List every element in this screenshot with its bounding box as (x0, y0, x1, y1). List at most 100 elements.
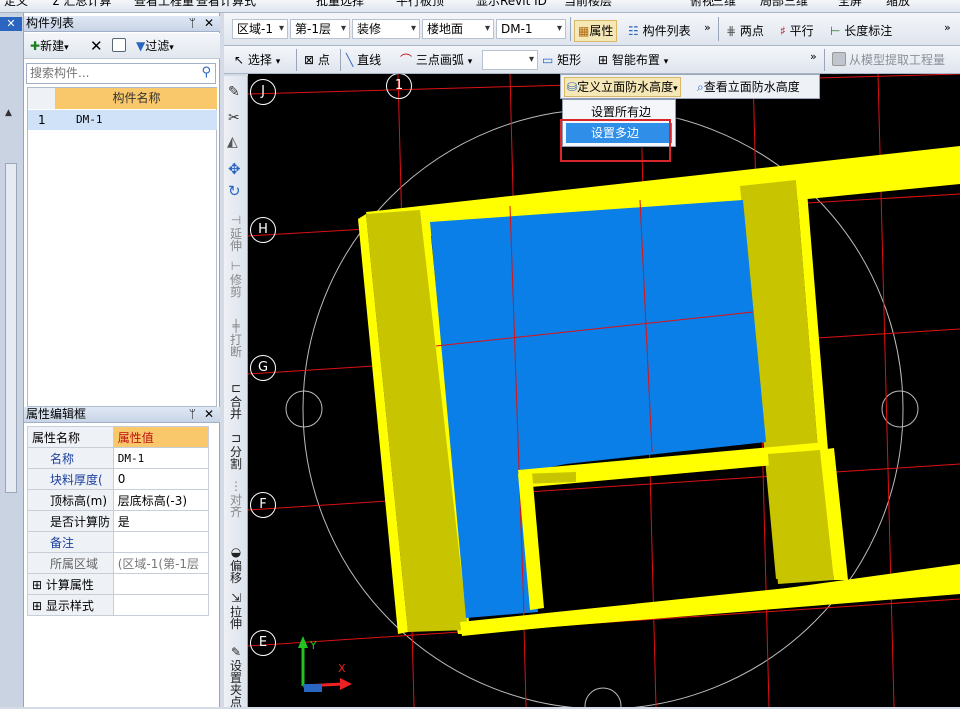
cursor-icon: ↖ (234, 53, 245, 67)
define-waterproof-height-button[interactable]: ⛁定义立面防水高度▾ (564, 77, 681, 97)
close-icon[interactable]: ✕ (0, 17, 22, 31)
property-value[interactable]: 是 (112, 510, 210, 532)
arc-button[interactable]: ⌒ 三点画弧 ▾ (400, 50, 472, 70)
vtool-5[interactable]: ⋮ 对齐 (226, 480, 246, 518)
property-row[interactable]: 备注 (27, 531, 210, 553)
region-select[interactable]: 区域-1 (232, 19, 288, 39)
top-toolbar-item[interactable]: 平行板顶 (396, 0, 444, 11)
property-value[interactable]: 0 (112, 468, 210, 490)
category-select[interactable]: 装修 (352, 19, 420, 39)
cut-icon[interactable]: ✂ (228, 110, 240, 126)
point-button[interactable]: ⊠ 点 (304, 50, 330, 70)
pin-icon[interactable]: ᛘ (189, 407, 196, 422)
scrollbar[interactable] (5, 163, 17, 493)
rect-button[interactable]: ▭ 矩形 (542, 50, 581, 70)
grid-label-f: F (250, 492, 276, 518)
smart-place-button[interactable]: ⊞ 智能布置 ▾ (598, 50, 668, 70)
property-value[interactable]: 层底标高(-3) (112, 489, 210, 511)
property-row[interactable]: ⊞ 计算属性 (27, 573, 210, 595)
property-value[interactable] (112, 531, 210, 553)
move-icon[interactable]: ✥ (228, 160, 241, 178)
drawing-canvas[interactable]: Y X J H G F E 1 (248, 74, 960, 707)
property-name: 备注 (50, 535, 75, 550)
more-icon[interactable]: » (704, 18, 711, 38)
tool-label: 拉伸 (230, 605, 243, 631)
vtool-8[interactable]: ✎ 设置夹点 (226, 646, 246, 708)
toolbar-row-2: 区域-1 第-1层 装修 楼地面 DM-1 ▦属性 ☷ 构件列表 » ⋕ 两点 … (224, 13, 960, 46)
arc-option-select[interactable] (482, 50, 538, 70)
filter-button[interactable]: ▼过滤▾ (136, 36, 174, 56)
grid-label-g: G (250, 355, 276, 381)
expand-icon[interactable]: ⊞ (32, 599, 46, 613)
property-value[interactable] (112, 594, 210, 616)
top-toolbar-item[interactable]: 全屏 (838, 0, 862, 11)
property-row[interactable]: 是否计算防是 (27, 510, 210, 532)
view-icon: ⌕ (697, 80, 704, 94)
top-toolbar-item[interactable]: 局部三维 (760, 0, 808, 11)
top-toolbar-item[interactable]: 查看计算式 (196, 0, 256, 11)
rotate-icon[interactable]: ↻ (228, 182, 241, 200)
properties-icon: ▦ (578, 24, 590, 38)
property-value[interactable]: (区域-1(第-1层 (112, 552, 210, 574)
property-row[interactable]: 名称 DM-1 (27, 447, 210, 469)
vtool-0[interactable]: ⊣ 延伸 (226, 214, 246, 252)
vtool-4[interactable]: ⊐ 分割 (226, 432, 246, 470)
vtool-6[interactable]: ◒ 偏移 (226, 546, 246, 584)
properties-button[interactable]: ▦属性 (574, 20, 618, 42)
property-row[interactable]: 块料厚度(0 (27, 468, 210, 490)
vtool-3[interactable]: ⊏ 合并 (226, 382, 246, 420)
top-toolbar-item[interactable]: Σ 汇总计算 (52, 0, 111, 11)
property-value[interactable] (112, 573, 210, 595)
property-row[interactable]: ⊞ 显示样式 (27, 594, 210, 616)
top-toolbar-item[interactable]: 批量选择 (316, 0, 364, 11)
top-toolbar-item[interactable]: 三维 (712, 0, 736, 11)
more-icon[interactable]: » (810, 47, 817, 67)
search-icon[interactable]: ⚲ (201, 65, 211, 80)
subcategory-select[interactable]: 楼地面 (422, 19, 494, 39)
vtool-1[interactable]: ⊢ 修剪 (226, 260, 246, 298)
component-list-panel: 构件列表 ᛘ ✕ ✚新建▾ ✕ ▼过滤▾ ⚲ 构件名称 1 DM-1 (24, 13, 220, 407)
top-toolbar-item[interactable]: 缩放 (886, 0, 910, 11)
top-toolbar-item[interactable]: 当前楼层 (564, 0, 612, 11)
component-list-button[interactable]: ☷ 构件列表 (628, 21, 691, 41)
copy-icon[interactable] (112, 36, 129, 56)
view-waterproof-height-button[interactable]: ⌕查看立面防水高度 (697, 77, 800, 97)
component-select[interactable]: DM-1 (496, 19, 566, 39)
property-row[interactable]: 顶标高(m) 层底标高(-3) (27, 489, 210, 511)
property-value[interactable]: DM-1 (112, 447, 210, 469)
two-points-button[interactable]: ⋕ 两点 (726, 21, 764, 41)
mirror-icon[interactable]: ◭ (227, 134, 238, 150)
x-axis-label: X (338, 662, 346, 675)
row-name: DM-1 (76, 113, 103, 126)
grid-label-e: E (250, 630, 276, 656)
scroll-up-icon[interactable]: ▲ (5, 108, 15, 122)
top-toolbar-item[interactable]: 俯视 (690, 0, 714, 11)
vtool-2[interactable]: ╪ 打断 (226, 320, 246, 358)
close-icon[interactable]: ✕ (204, 407, 214, 422)
pin-icon[interactable]: ᛘ (189, 16, 196, 31)
top-toolbar-item[interactable]: 查看工程量 (134, 0, 194, 11)
line-button[interactable]: ╲ 直线 (346, 50, 381, 70)
more-icon[interactable]: » (944, 18, 951, 38)
table-row[interactable]: 1 DM-1 (28, 110, 217, 130)
tool-icon: ⇲ (230, 591, 242, 605)
floor-select[interactable]: 第-1层 (290, 19, 350, 39)
top-toolbar-item[interactable]: 定义 (4, 0, 28, 11)
search-input[interactable] (27, 64, 187, 82)
new-button[interactable]: ✚新建▾ (30, 36, 69, 56)
property-row[interactable]: 所属区域 (区域-1(第-1层 (27, 552, 210, 574)
extract-button[interactable]: 从模型提取工程量 (832, 50, 945, 70)
close-icon[interactable]: ✕ (204, 16, 214, 31)
top-toolbar-item[interactable]: 显示Revit ID (476, 0, 547, 11)
parallel-button[interactable]: ♯ 平行 (780, 21, 814, 41)
brush-icon[interactable]: ✎ (228, 84, 240, 100)
select-button[interactable]: ↖ 选择 ▾ (234, 50, 280, 70)
expand-icon[interactable]: ⊞ (32, 578, 46, 592)
vtool-7[interactable]: ⇲ 拉伸 (226, 592, 246, 630)
delete-icon[interactable]: ✕ (90, 36, 103, 56)
new-icon: ✚ (30, 39, 41, 53)
two-points-icon: ⋕ (726, 24, 737, 38)
length-dim-button[interactable]: ⊢ 长度标注 (830, 21, 892, 41)
property-title: 属性编辑框 (26, 407, 87, 421)
component-list-title-bar: 构件列表 ᛘ ✕ (24, 16, 220, 32)
